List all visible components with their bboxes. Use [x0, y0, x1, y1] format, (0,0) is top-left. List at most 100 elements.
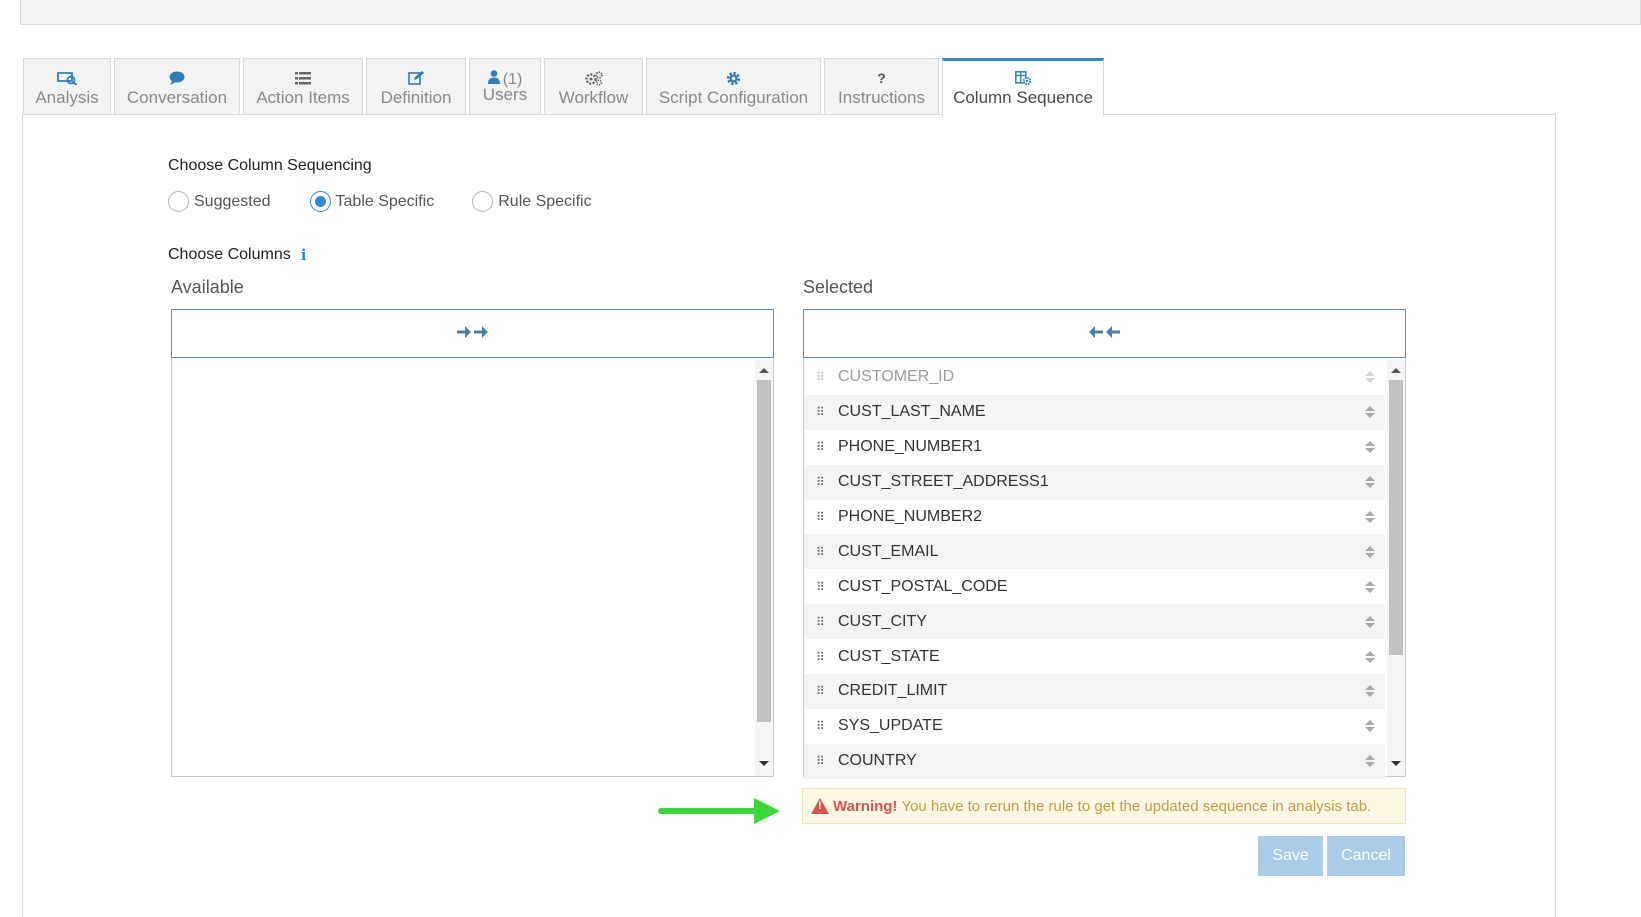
list-item-label: CUSTOMER_ID [838, 368, 955, 386]
list-item[interactable]: ⠿ CUST_EMAIL [804, 534, 1385, 570]
sort-icon[interactable] [1355, 685, 1385, 698]
sort-icon[interactable] [1355, 580, 1385, 593]
list-item-label: COUNTRY [838, 752, 917, 770]
list-icon [295, 70, 311, 86]
drag-handle-icon[interactable]: ⠿ [804, 440, 838, 454]
scroll-up-icon[interactable] [1391, 368, 1401, 373]
cancel-button[interactable]: Cancel [1327, 836, 1405, 876]
scroll-up-icon[interactable] [759, 368, 769, 373]
sort-icon[interactable] [1355, 371, 1385, 384]
tab-users[interactable]: (1) Users [469, 58, 541, 115]
sort-icon[interactable] [1355, 720, 1385, 733]
tab-conversation[interactable]: Conversation [114, 58, 240, 115]
list-item[interactable]: ⠿ CUST_POSTAL_CODE [804, 569, 1385, 604]
sort-icon[interactable] [1355, 650, 1385, 663]
drag-handle-icon[interactable]: ⠿ [804, 684, 838, 698]
available-listbox[interactable] [171, 309, 774, 777]
sort-icon[interactable] [1355, 615, 1385, 628]
tab-label: Instructions [838, 88, 925, 107]
sort-icon[interactable] [1355, 441, 1385, 454]
list-item-label: CUST_POSTAL_CODE [838, 577, 1008, 595]
selected-label: Selected [803, 277, 874, 297]
radio-rule-specific[interactable]: Rule Specific [472, 191, 592, 212]
list-item[interactable]: ⠿ CREDIT_LIMIT [804, 674, 1385, 709]
tab-label: Column Sequence [953, 88, 1093, 107]
list-item-label: SYS_UPDATE [838, 717, 943, 735]
tab-bar: Analysis Conversation Action Items Defin… [23, 58, 1107, 116]
drag-handle-icon[interactable]: ⠿ [804, 719, 838, 733]
tab-instructions[interactable]: ? Instructions [824, 58, 939, 115]
tab-label: Analysis [35, 88, 99, 107]
cogs-icon [584, 70, 603, 86]
radio-label: Suggested [194, 192, 271, 210]
available-scrollbar[interactable] [755, 360, 773, 776]
list-item-label: CREDIT_LIMIT [838, 682, 948, 700]
list-item-label: CUST_CITY [838, 612, 927, 630]
comment-icon [169, 70, 185, 86]
drag-handle-icon[interactable]: ⠿ [804, 475, 838, 489]
tab-analysis[interactable]: Analysis [23, 58, 111, 115]
tab-label: Users [482, 85, 528, 104]
list-item-label: CUST_LAST_NAME [838, 403, 986, 421]
sort-icon[interactable] [1355, 511, 1385, 523]
radio-circle[interactable] [168, 191, 189, 212]
drag-handle-icon[interactable]: ⠿ [804, 370, 838, 384]
selected-scrollbar[interactable] [1387, 360, 1405, 776]
tab-script-configuration[interactable]: Script Configuration [646, 58, 821, 115]
tab-label: Script Configuration [658, 88, 809, 107]
sort-icon[interactable] [1355, 755, 1385, 768]
list-item[interactable]: ⠿ CUST_STATE [804, 639, 1385, 674]
list-item[interactable]: ⠿ CUST_LAST_NAME [804, 394, 1385, 430]
tab-workflow[interactable]: Workflow [544, 58, 643, 115]
sequencing-heading: Choose Column Sequencing [168, 157, 372, 174]
drag-handle-icon[interactable]: ⠿ [804, 615, 838, 629]
columns-heading-text: Choose Columns [168, 246, 291, 263]
tab-action-items[interactable]: Action Items [243, 58, 363, 115]
available-label: Available [171, 277, 244, 297]
drag-handle-icon[interactable]: ⠿ [804, 545, 838, 559]
column-settings-icon [1015, 70, 1031, 86]
move-all-left-button[interactable] [803, 309, 1406, 358]
scroll-thumb[interactable] [757, 380, 771, 722]
warning-message: You have to rerun the rule to get the up… [901, 797, 1372, 815]
list-item[interactable]: ⠿ CUSTOMER_ID [804, 360, 1385, 395]
top-bar [20, 0, 1641, 25]
list-item-label: CUST_EMAIL [838, 542, 939, 560]
scroll-down-icon[interactable] [759, 761, 769, 766]
sort-icon[interactable] [1355, 545, 1385, 558]
save-button[interactable]: Save [1258, 836, 1323, 876]
drag-handle-icon[interactable]: ⠿ [804, 580, 838, 594]
scroll-thumb[interactable] [1389, 380, 1403, 655]
list-item[interactable]: ⠿ SYS_UPDATE [804, 709, 1385, 744]
list-item[interactable]: ⠿ CUST_STREET_ADDRESS1 [804, 464, 1385, 500]
tab-label: Definition [380, 88, 452, 107]
move-all-right-button[interactable] [171, 309, 774, 358]
sort-icon[interactable] [1355, 406, 1385, 419]
selected-rows: ⠿ CUSTOMER_ID ⠿ CUST_LAST_NAME ⠿ PHONE_NUMBER… [804, 360, 1385, 779]
list-item[interactable]: ⠿ CUST_CITY [804, 604, 1385, 640]
radio-circle[interactable] [472, 191, 494, 212]
tab-label: Conversation [126, 88, 228, 107]
radio-suggested[interactable]: Suggested [168, 191, 271, 212]
list-item[interactable]: ⠿ PHONE_NUMBER2 [804, 500, 1385, 535]
info-icon[interactable]: i [301, 246, 307, 264]
list-item[interactable]: ⠿ PHONE_NUMBER1 [804, 430, 1385, 465]
list-item[interactable]: ⠿ COUNTRY [804, 743, 1385, 779]
sort-icon[interactable] [1355, 476, 1385, 489]
list-item-label: PHONE_NUMBER1 [838, 438, 983, 456]
question-icon: ? [877, 70, 886, 86]
scroll-down-icon[interactable] [1391, 761, 1401, 766]
edit-icon [408, 70, 424, 86]
tab-column-sequence[interactable]: Column Sequence [942, 58, 1104, 116]
drag-handle-icon[interactable]: ⠿ [804, 650, 838, 664]
tab-definition[interactable]: Definition [366, 58, 466, 115]
selected-listbox[interactable]: ⠿ CUSTOMER_ID ⠿ CUST_LAST_NAME ⠿ PHONE_NUMBER… [803, 309, 1406, 779]
green-arrow-icon [658, 795, 784, 832]
radio-circle[interactable] [309, 191, 331, 212]
drag-handle-icon[interactable]: ⠿ [804, 405, 838, 419]
drag-handle-icon[interactable]: ⠿ [804, 510, 838, 524]
radio-table-specific[interactable]: Table Specific [309, 191, 434, 212]
drag-handle-icon[interactable]: ⠿ [804, 754, 838, 768]
analysis-icon [57, 70, 77, 86]
double-arrow-right-icon [456, 323, 489, 344]
